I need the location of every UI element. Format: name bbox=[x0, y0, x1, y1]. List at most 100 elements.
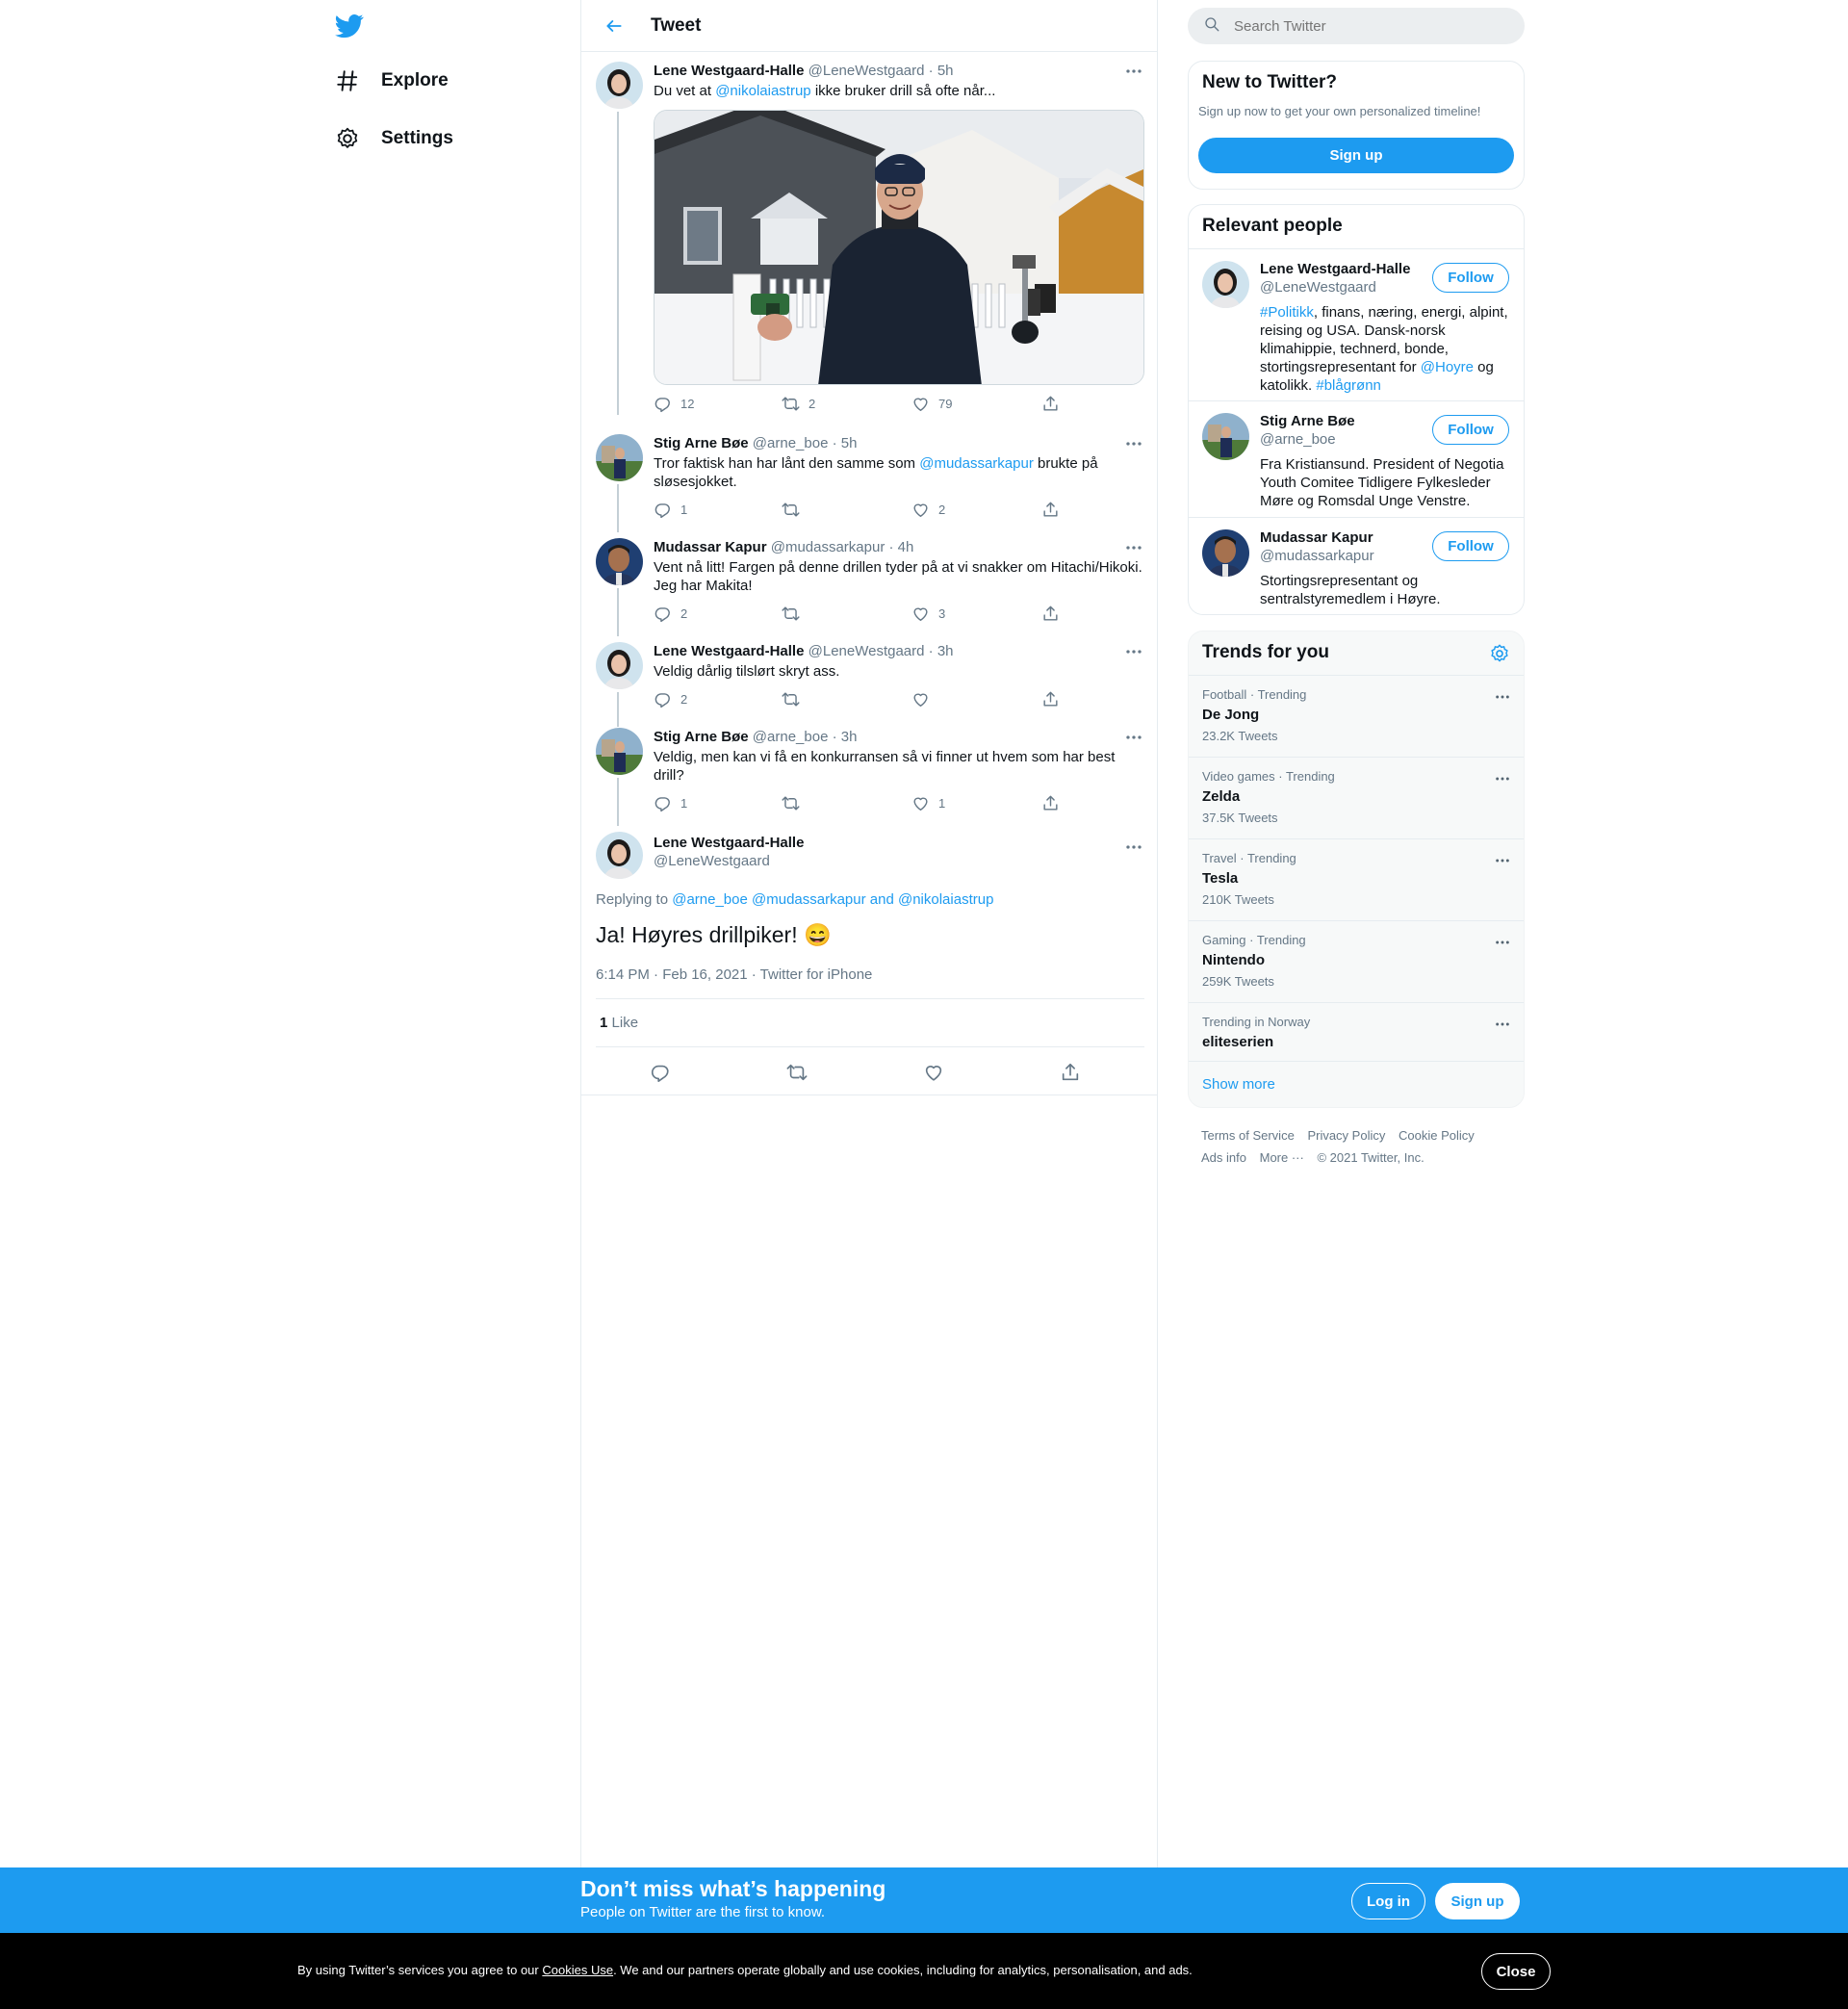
like-button[interactable] bbox=[911, 690, 938, 708]
avatar[interactable] bbox=[596, 434, 643, 481]
share-button[interactable] bbox=[1041, 794, 1068, 812]
thread-tweet[interactable]: Lene Westgaard-Halle @LeneWestgaard · 3h… bbox=[596, 642, 1144, 727]
trend-item[interactable]: Football · Trending De Jong 23.2K Tweets bbox=[1189, 675, 1524, 757]
gear-icon[interactable] bbox=[1489, 643, 1510, 669]
more-dots-icon[interactable] bbox=[1495, 769, 1510, 786]
author-name[interactable]: Lene Westgaard-Halle bbox=[654, 643, 804, 659]
more-dots-icon[interactable] bbox=[1495, 1015, 1510, 1032]
author-handle[interactable]: @LeneWestgaard bbox=[808, 643, 925, 659]
like-button[interactable]: 1 bbox=[911, 794, 945, 812]
avatar[interactable] bbox=[596, 728, 643, 775]
person-item[interactable]: Stig Arne Bøe @arne_boe Follow Fra Krist… bbox=[1189, 400, 1524, 517]
close-button[interactable]: Close bbox=[1481, 1953, 1551, 1990]
signup-button[interactable]: Sign up bbox=[1198, 138, 1514, 173]
retweet-button[interactable] bbox=[782, 501, 808, 519]
follow-button[interactable]: Follow bbox=[1432, 263, 1509, 293]
reply-button[interactable]: 2 bbox=[654, 690, 687, 708]
person-item[interactable]: Mudassar Kapur @mudassarkapur Follow Sto… bbox=[1189, 517, 1524, 614]
avatar[interactable] bbox=[1202, 529, 1249, 577]
retweet-button[interactable]: 2 bbox=[782, 395, 815, 413]
author-name[interactable]: Lene Westgaard-Halle bbox=[654, 63, 804, 79]
author-handle[interactable]: @LeneWestgaard bbox=[808, 63, 925, 79]
mention-link[interactable]: @mudassarkapur bbox=[919, 455, 1034, 472]
retweet-button[interactable] bbox=[782, 605, 808, 623]
trend-item[interactable]: Gaming · Trending Nintendo 259K Tweets bbox=[1189, 920, 1524, 1002]
reply-button[interactable]: 1 bbox=[654, 794, 687, 812]
ads-info-link[interactable]: Ads info bbox=[1201, 1150, 1246, 1165]
reply-button[interactable] bbox=[650, 1062, 680, 1083]
more-dots-icon[interactable] bbox=[1123, 64, 1144, 79]
thread-tweet[interactable]: Lene Westgaard-Halle @LeneWestgaard · 5h… bbox=[596, 62, 1144, 418]
terms-link[interactable]: Terms of Service bbox=[1201, 1128, 1295, 1143]
retweet-button[interactable] bbox=[786, 1062, 816, 1083]
signup-button[interactable]: Sign up bbox=[1435, 1883, 1520, 1919]
back-arrow-icon[interactable] bbox=[599, 11, 629, 41]
tweet-time[interactable]: · 5h bbox=[833, 435, 858, 451]
login-button[interactable]: Log in bbox=[1351, 1883, 1425, 1919]
share-button[interactable] bbox=[1041, 690, 1068, 708]
mention-link[interactable]: @nikolaiastrup bbox=[715, 83, 810, 99]
avatar[interactable] bbox=[1202, 413, 1249, 460]
like-button[interactable]: 2 bbox=[911, 501, 945, 519]
person-name[interactable]: Mudassar Kapur bbox=[1260, 529, 1373, 546]
follow-button[interactable]: Follow bbox=[1432, 415, 1509, 445]
search-box[interactable] bbox=[1188, 8, 1525, 44]
share-button[interactable] bbox=[1041, 395, 1068, 413]
tweet-time[interactable]: · 3h bbox=[929, 643, 954, 659]
tweet-time[interactable]: · 5h bbox=[929, 63, 954, 79]
hashtag-link[interactable]: #Politikk bbox=[1260, 304, 1314, 321]
like-button[interactable]: 79 bbox=[911, 395, 952, 413]
trend-item[interactable]: Trending in Norway eliteserien bbox=[1189, 1002, 1524, 1061]
trend-item[interactable]: Video games · Trending Zelda 37.5K Tweet… bbox=[1189, 757, 1524, 838]
more-dots-icon[interactable] bbox=[1495, 933, 1510, 950]
author-name[interactable]: Stig Arne Bøe bbox=[654, 435, 749, 451]
share-button[interactable] bbox=[1041, 605, 1068, 623]
show-more-link[interactable]: Show more bbox=[1189, 1061, 1524, 1107]
reply-button[interactable]: 1 bbox=[654, 501, 687, 519]
more-dots-icon[interactable] bbox=[1123, 839, 1144, 855]
search-input[interactable] bbox=[1234, 17, 1503, 35]
share-button[interactable] bbox=[1041, 501, 1068, 519]
like-button[interactable] bbox=[923, 1062, 953, 1083]
more-dots-icon[interactable] bbox=[1495, 851, 1510, 868]
replying-to-links[interactable]: @arne_boe @mudassarkapur and @nikolaiast… bbox=[672, 891, 993, 908]
avatar[interactable] bbox=[1202, 261, 1249, 308]
privacy-link[interactable]: Privacy Policy bbox=[1307, 1128, 1385, 1143]
reply-button[interactable]: 12 bbox=[654, 395, 694, 413]
person-handle[interactable]: @LeneWestgaard bbox=[1260, 279, 1376, 296]
author-handle[interactable]: @arne_boe bbox=[753, 435, 829, 451]
more-dots-icon[interactable] bbox=[1123, 436, 1144, 451]
trend-item[interactable]: Travel · Trending Tesla 210K Tweets bbox=[1189, 838, 1524, 920]
retweet-button[interactable] bbox=[782, 794, 808, 812]
tweet-time[interactable]: · 3h bbox=[833, 729, 858, 745]
more-dots-icon[interactable] bbox=[1495, 687, 1510, 705]
avatar[interactable] bbox=[596, 832, 643, 879]
nav-explore[interactable]: Explore bbox=[335, 62, 449, 100]
more-dots-icon[interactable] bbox=[1123, 644, 1144, 659]
author-handle[interactable]: @arne_boe bbox=[753, 729, 829, 745]
twitter-logo-icon[interactable] bbox=[335, 12, 364, 40]
person-item[interactable]: Lene Westgaard-Halle @LeneWestgaard Foll… bbox=[1189, 248, 1524, 400]
author-name[interactable]: Lene Westgaard-Halle bbox=[654, 835, 804, 851]
more-dots-icon[interactable] bbox=[1123, 540, 1144, 555]
cookie-policy-link[interactable]: Cookie Policy bbox=[1399, 1128, 1475, 1143]
thread-tweet[interactable]: Stig Arne Bøe @arne_boe · 3h Veldig, men… bbox=[596, 728, 1144, 826]
follow-button[interactable]: Follow bbox=[1432, 531, 1509, 561]
cookies-use-link[interactable]: Cookies Use bbox=[542, 1963, 613, 1977]
more-link[interactable]: More ··· bbox=[1260, 1150, 1304, 1165]
person-name[interactable]: Stig Arne Bøe bbox=[1260, 413, 1355, 429]
author-handle[interactable]: @mudassarkapur bbox=[771, 539, 886, 555]
tweet-photo[interactable] bbox=[654, 110, 1144, 385]
avatar[interactable] bbox=[596, 642, 643, 689]
tweet-time[interactable]: · 4h bbox=[889, 539, 914, 555]
retweet-button[interactable] bbox=[782, 690, 808, 708]
likes-summary[interactable]: 1 Like bbox=[600, 1015, 638, 1031]
person-name[interactable]: Lene Westgaard-Halle bbox=[1260, 261, 1410, 277]
author-handle[interactable]: @LeneWestgaard bbox=[654, 853, 770, 869]
author-name[interactable]: Stig Arne Bøe bbox=[654, 729, 749, 745]
like-button[interactable]: 3 bbox=[911, 605, 945, 623]
thread-tweet[interactable]: Mudassar Kapur @mudassarkapur · 4h Vent … bbox=[596, 538, 1144, 636]
thread-tweet[interactable]: Stig Arne Bøe @arne_boe · 5h Tror faktis… bbox=[596, 434, 1144, 532]
person-handle[interactable]: @mudassarkapur bbox=[1260, 548, 1374, 564]
more-dots-icon[interactable] bbox=[1123, 730, 1144, 745]
